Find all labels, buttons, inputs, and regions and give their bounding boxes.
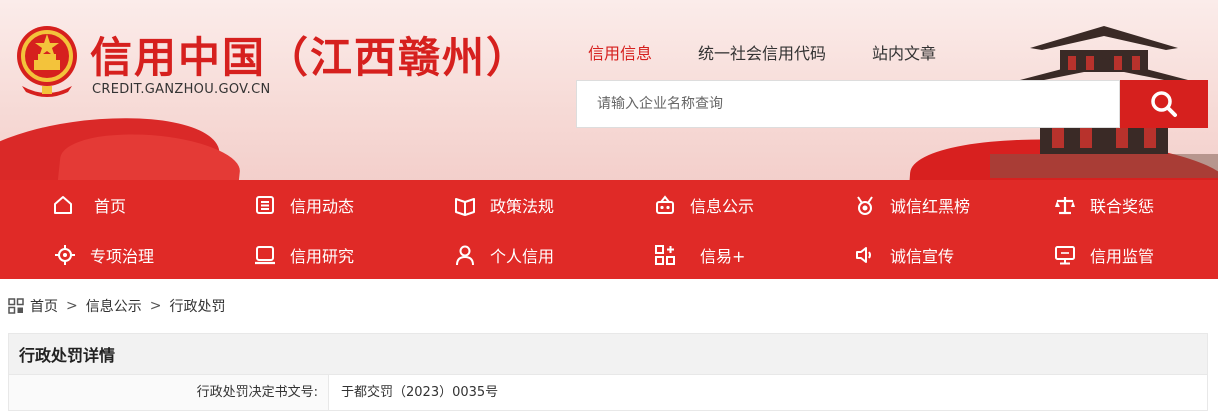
nav-item-label: 专项治理: [90, 246, 155, 266]
top-link-credit-info[interactable]: 信用信息: [588, 40, 652, 64]
nav-item-personal-credit[interactable]: 个人信用: [454, 230, 554, 279]
detail-panel: 行政处罚详情 行政处罚决定书文号: 于都交罚（2023）0035号: [8, 333, 1208, 411]
nav-item-credit-supervision[interactable]: 信用监管: [1054, 230, 1154, 279]
nav-item-credit-news[interactable]: 信用动态: [254, 180, 354, 229]
nav-item-special-governance[interactable]: 专项治理: [54, 230, 154, 279]
nav-item-credit-promotion[interactable]: 诚信宣传: [854, 230, 954, 279]
top-link-site-articles[interactable]: 站内文章: [872, 40, 936, 64]
book-icon: [455, 197, 475, 216]
breadcrumb-current: 行政处罚: [169, 299, 226, 315]
medal-icon: [857, 195, 873, 215]
grid-plus-icon: [655, 244, 675, 265]
breadcrumb: 首页 > 信息公示 > 行政处罚: [8, 296, 225, 316]
nav-item-home[interactable]: 首页: [52, 180, 126, 229]
scale-icon: [1055, 196, 1075, 214]
nav-item-label: 信用研究: [290, 246, 355, 266]
nav-item-xinyi-plus[interactable]: 信易+: [654, 230, 745, 279]
speaker-icon: [856, 246, 871, 263]
person-icon: [456, 245, 474, 265]
detail-row: 行政处罚决定书文号: 于都交罚（2023）0035号: [8, 375, 1208, 411]
top-links: 信用信息 统一社会信用代码 站内文章: [588, 40, 982, 64]
search-button[interactable]: [1120, 80, 1208, 128]
nav-item-label: 信用动态: [290, 196, 355, 216]
detail-row-key: 行政处罚决定书文号:: [9, 375, 329, 410]
nav-item-label: 政策法规: [490, 196, 555, 216]
nav-item-label: 联合奖惩: [1090, 196, 1155, 216]
nav-item-label: 诚信宣传: [890, 246, 955, 266]
main-nav: 首页 信用动态 政策法规 信息公示 诚信红黑榜 联合奖惩 专项治理 信用研究 个…: [0, 180, 1218, 279]
search-box: [576, 80, 1120, 128]
list-icon: [256, 195, 274, 214]
nav-item-rewards-penalties[interactable]: 联合奖惩: [1054, 180, 1154, 229]
nav-item-label: 信用监管: [1090, 246, 1155, 266]
breadcrumb-separator: >: [149, 298, 162, 314]
target-icon: [55, 244, 75, 265]
breadcrumb-home[interactable]: 首页: [30, 296, 58, 316]
search-input[interactable]: [577, 81, 1119, 127]
nav-item-disclosure[interactable]: 信息公示: [654, 180, 754, 229]
site-title: 信用中国（江西赣州）: [90, 33, 531, 82]
top-link-credit-code[interactable]: 统一社会信用代码: [698, 40, 826, 64]
detail-row-value: 于都交罚（2023）0035号: [341, 385, 499, 400]
nav-item-label: 信息公示: [690, 196, 755, 216]
monitor-icon: [1055, 245, 1075, 264]
nav-item-label: 诚信红黑榜: [890, 196, 971, 216]
breadcrumb-separator: >: [66, 298, 78, 314]
nav-item-label: 个人信用: [490, 246, 555, 266]
nav-item-label: 信易+: [700, 246, 746, 266]
nav-item-honor-list[interactable]: 诚信红黑榜: [854, 180, 970, 229]
breadcrumb-disclosure[interactable]: 信息公示: [86, 296, 142, 316]
nav-item-credit-research[interactable]: 信用研究: [254, 230, 354, 279]
search-icon: [1151, 91, 1177, 117]
site-url: CREDIT.GANZHOU.GOV.CN: [92, 82, 271, 97]
nav-item-label: 首页: [94, 196, 127, 216]
announce-icon: [656, 194, 674, 214]
nav-item-policy[interactable]: 政策法规: [454, 180, 554, 229]
laptop-icon: [255, 245, 275, 264]
detail-heading: 行政处罚详情: [8, 333, 1208, 375]
emblem-icon: [17, 26, 77, 97]
home-icon: [54, 195, 72, 214]
header-banner: 信用中国（江西赣州） CREDIT.GANZHOU.GOV.CN 信用信息 统一…: [0, 0, 1218, 180]
breadcrumb-home-icon: [8, 298, 24, 314]
